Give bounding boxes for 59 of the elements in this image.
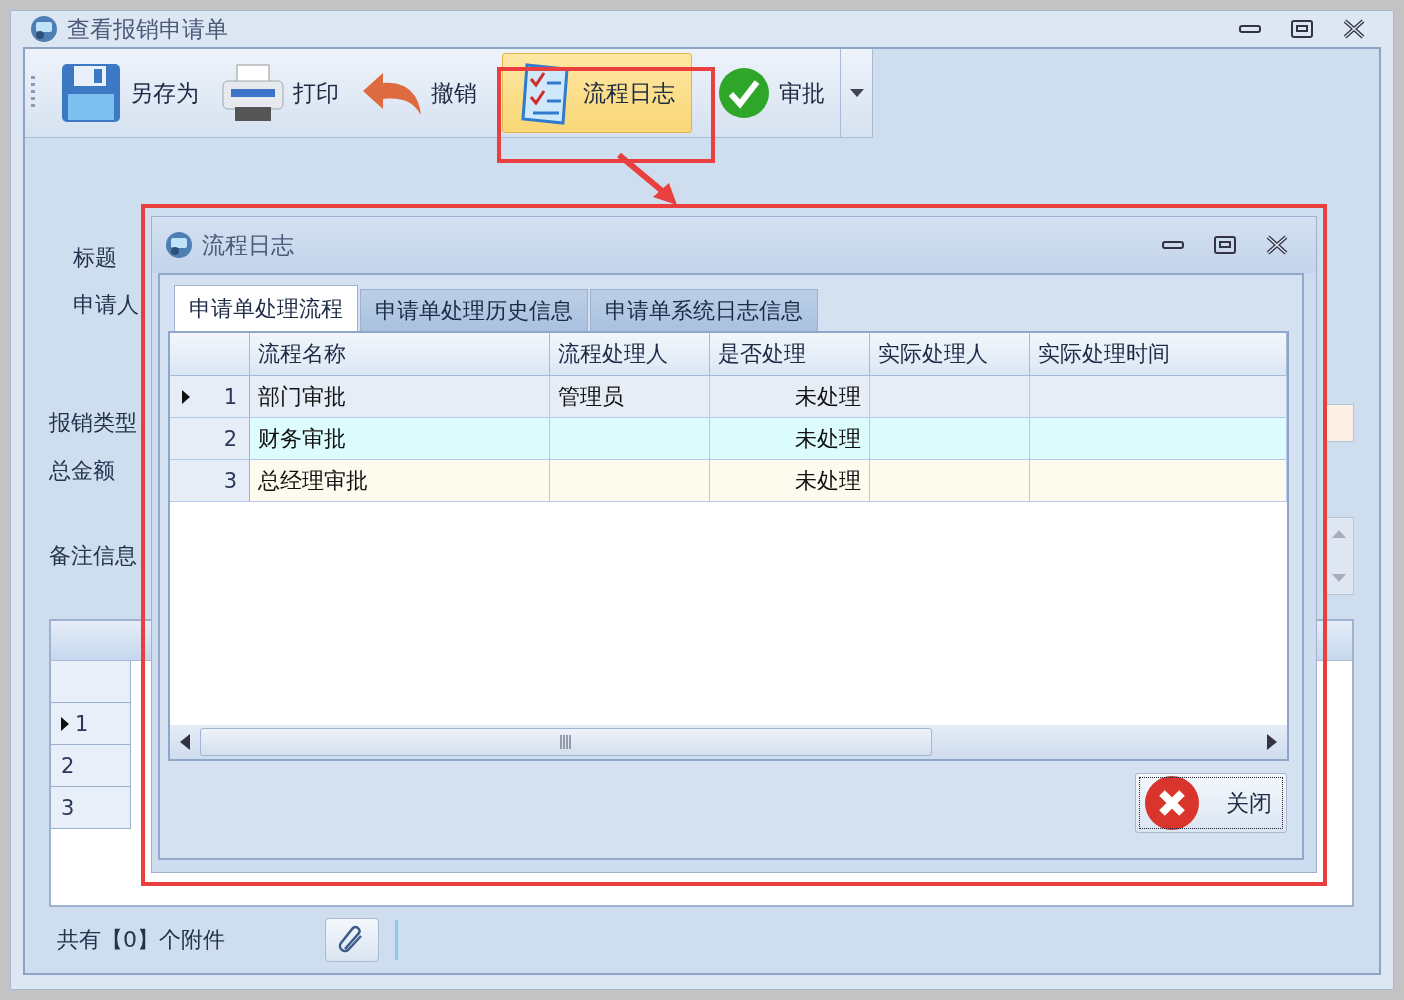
minimize-icon[interactable] xyxy=(1239,24,1261,34)
attach-button[interactable] xyxy=(325,918,379,962)
field-label: 标题 xyxy=(73,244,117,272)
row-number: 1 xyxy=(223,384,237,409)
close-icon[interactable] xyxy=(1343,19,1365,39)
row-header[interactable]: 3 xyxy=(170,460,250,502)
caret-icon xyxy=(849,89,864,97)
close-icon[interactable] xyxy=(1266,235,1288,255)
toolbar-button[interactable]: 撤销 xyxy=(350,53,488,133)
tab[interactable]: 申请单系统日志信息 xyxy=(590,289,818,331)
scrollbar-thumb[interactable] xyxy=(200,728,932,756)
row-header[interactable]: 1 xyxy=(170,376,250,418)
toolbar-button[interactable]: 打印 xyxy=(210,53,350,133)
column-header[interactable]: 实际处理人 xyxy=(870,333,1030,376)
row-number: 1 xyxy=(75,711,89,736)
printer-icon xyxy=(221,63,285,123)
attachment-count: 共有【0】个附件 xyxy=(57,926,226,954)
table-cell: 未处理 xyxy=(710,460,870,502)
app-icon xyxy=(164,230,194,260)
field-label: 总金额 xyxy=(49,457,115,485)
column-header[interactable]: 流程名称 xyxy=(250,333,550,376)
maximize-icon[interactable] xyxy=(1214,236,1236,254)
tab[interactable]: 申请单处理流程 xyxy=(174,285,358,331)
window-title: 查看报销申请单 xyxy=(67,14,229,44)
table-row[interactable]: 2 财务审批 未处理 xyxy=(170,418,1287,460)
table-row[interactable]: 3 总经理审批 未处理 xyxy=(170,460,1287,502)
dialog-title: 流程日志 xyxy=(202,230,295,260)
scroll-left-icon[interactable] xyxy=(180,734,190,750)
scroll-right-icon[interactable] xyxy=(1267,734,1277,750)
text-cursor xyxy=(395,920,398,960)
row-header[interactable]: 3 xyxy=(51,787,131,829)
row-number: 3 xyxy=(61,795,75,820)
row-header[interactable]: 1 xyxy=(51,703,131,745)
field-label: 申请人 xyxy=(73,291,139,319)
table-cell: 总经理审批 xyxy=(250,460,550,502)
minimize-icon[interactable] xyxy=(1162,240,1184,250)
row-number: 2 xyxy=(223,426,237,451)
toolbar-button[interactable]: 审批 xyxy=(706,53,836,133)
close-circle-icon xyxy=(1144,775,1200,831)
maximize-icon[interactable] xyxy=(1291,20,1313,38)
app-icon xyxy=(29,14,59,44)
close-button[interactable]: 关闭 xyxy=(1135,773,1287,833)
field-label: 备注信息 xyxy=(49,542,137,570)
field-label: 报销类型 xyxy=(49,409,137,437)
row-header[interactable]: 2 xyxy=(170,418,250,460)
check-circle-icon xyxy=(717,66,771,120)
row-number: 2 xyxy=(61,753,75,778)
toolbar-button[interactable]: 流程日志 xyxy=(502,53,692,133)
horizontal-scrollbar[interactable] xyxy=(170,725,1287,759)
column-header[interactable]: 实际处理时间 xyxy=(1030,333,1287,376)
table-row[interactable]: 1 部门审批 管理员 未处理 xyxy=(170,376,1287,418)
row-header[interactable]: 2 xyxy=(51,745,131,787)
column-header[interactable]: 流程处理人 xyxy=(550,333,710,376)
column-header[interactable]: 是否处理 xyxy=(710,333,870,376)
toolbar-grip[interactable] xyxy=(31,76,35,110)
grip-icon xyxy=(559,735,573,749)
tab[interactable]: 申请单处理历史信息 xyxy=(360,289,588,331)
row-number: 3 xyxy=(223,468,237,493)
toolbar-button[interactable]: 另存为 xyxy=(49,53,210,133)
